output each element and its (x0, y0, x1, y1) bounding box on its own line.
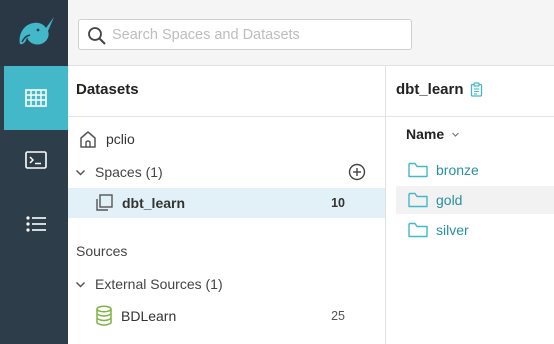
divider (68, 116, 385, 117)
search-box[interactable] (78, 19, 412, 50)
folder-row[interactable]: gold (396, 186, 554, 214)
folder-name[interactable]: silver (436, 222, 469, 238)
space-icon (96, 194, 113, 211)
left-nav-rail (0, 0, 68, 344)
sources-heading: Sources (76, 243, 128, 259)
chevron-down-icon[interactable] (75, 279, 86, 290)
search-icon (88, 27, 106, 45)
panel-title: Datasets (76, 81, 139, 98)
chevron-down-icon[interactable] (451, 130, 460, 139)
folder-icon (408, 222, 428, 238)
home-icon (80, 131, 96, 148)
top-header (68, 0, 554, 66)
home-space-label: pclio (106, 131, 135, 147)
source-item-label: BDLearn (121, 308, 177, 324)
divider (386, 116, 554, 117)
source-item-count: 25 (331, 309, 345, 323)
folder-icon (408, 162, 428, 178)
folder-icon (408, 192, 428, 208)
home-space-item[interactable]: pclio (68, 124, 385, 154)
jobs-list-icon (26, 216, 46, 232)
folder-row[interactable]: silver (396, 216, 554, 244)
app-logo[interactable] (0, 0, 68, 66)
sql-terminal-icon (25, 151, 47, 169)
narwhal-logo-icon (19, 17, 54, 45)
nav-jobs[interactable] (4, 192, 68, 256)
folder-row[interactable]: bronze (396, 156, 554, 184)
name-column-label: Name (406, 126, 445, 142)
add-circle-icon[interactable] (348, 163, 366, 181)
external-sources-header[interactable]: External Sources (1) (68, 269, 385, 299)
content-title: dbt_learn (396, 81, 483, 98)
nav-sql-runner[interactable] (4, 128, 68, 192)
space-item-dbt-learn[interactable]: dbt_learn 10 (68, 188, 385, 218)
chevron-down-icon[interactable] (75, 167, 86, 178)
folder-name[interactable]: bronze (436, 162, 479, 178)
search-input[interactable] (112, 24, 402, 46)
external-sources-label: External Sources (1) (95, 276, 223, 292)
spaces-label: Spaces (1) (95, 164, 163, 180)
name-column-header[interactable]: Name (406, 126, 460, 142)
space-title: dbt_learn (396, 81, 464, 98)
source-item-bdlearn[interactable]: BDLearn 25 (68, 301, 385, 331)
space-item-count: 10 (331, 196, 345, 210)
nav-datasets[interactable] (4, 66, 68, 130)
spaces-section-header[interactable]: Spaces (1) (68, 157, 385, 187)
database-icon (96, 305, 112, 326)
datasets-grid-icon (25, 89, 47, 107)
space-content: dbt_learn Name bronze gold silver (386, 66, 554, 344)
space-item-label: dbt_learn (122, 195, 186, 211)
datasets-panel: Datasets pclio Spaces (1) dbt_learn 10 S… (68, 66, 386, 344)
clipboard-icon[interactable] (470, 82, 483, 97)
folder-name[interactable]: gold (436, 192, 462, 208)
